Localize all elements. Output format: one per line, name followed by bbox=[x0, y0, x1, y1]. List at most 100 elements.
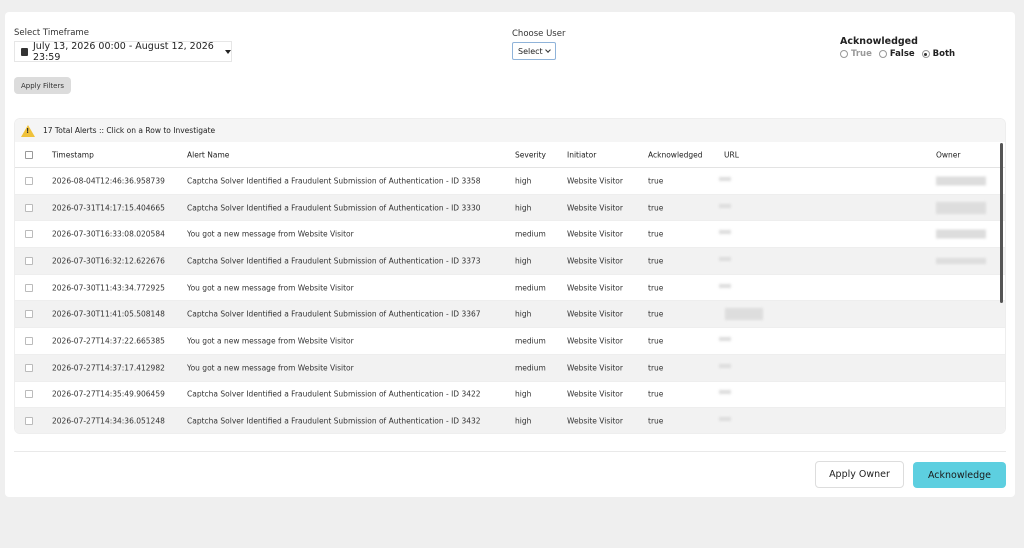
timeframe-picker[interactable]: July 13, 2026 00:00 - August 12, 2026 23… bbox=[14, 40, 232, 63]
table-row[interactable]: 2026-08-04T12:46:36.958739 Captcha Solve… bbox=[15, 168, 1005, 195]
cell-alert-name: Captcha Solver Identified a Fraudulent S… bbox=[187, 389, 481, 399]
header-alert-name[interactable]: Alert Name bbox=[187, 150, 229, 159]
alert-summary: 17 Total Alerts :: Click on a Row to Inv… bbox=[43, 126, 216, 135]
cell-initiator: Website Visitor bbox=[567, 229, 623, 239]
header-acknowledged[interactable]: Acknowledged bbox=[648, 150, 703, 159]
acknowledged-label: Acknowledged bbox=[840, 36, 918, 47]
cell-initiator: Website Visitor bbox=[567, 389, 623, 399]
row-checkbox[interactable] bbox=[25, 363, 33, 372]
table-header: Timestamp Alert Name Severity Initiator … bbox=[15, 142, 1005, 168]
cell-acknowledged: true bbox=[648, 283, 664, 293]
cell-alert-name: Captcha Solver Identified a Fraudulent S… bbox=[187, 203, 481, 213]
cell-timestamp: 2026-07-30T11:43:34.772925 bbox=[52, 283, 165, 293]
radio-false-label: False bbox=[889, 49, 915, 59]
alerts-table: ! 17 Total Alerts :: Click on a Row to I… bbox=[14, 118, 1006, 434]
cell-alert-name: Captcha Solver Identified a Fraudulent S… bbox=[187, 416, 481, 426]
table-row[interactable]: 2026-07-30T11:43:34.772925 You got a new… bbox=[15, 275, 1005, 302]
caret-down-icon bbox=[225, 49, 231, 54]
radio-true-label: True bbox=[851, 49, 872, 59]
cell-severity: medium bbox=[515, 229, 546, 239]
cell-timestamp: 2026-07-30T11:41:05.508148 bbox=[52, 309, 165, 319]
redacted-owner bbox=[936, 229, 986, 239]
cell-acknowledged: true bbox=[648, 416, 664, 426]
acknowledged-radio-group: True False Both bbox=[840, 49, 959, 59]
cell-timestamp: 2026-07-27T14:37:17.412982 bbox=[52, 363, 165, 373]
table-row[interactable]: 2026-07-31T14:17:15.404665 Captcha Solve… bbox=[15, 194, 1005, 222]
cell-timestamp: 2026-08-04T12:46:36.958739 bbox=[52, 176, 165, 186]
redacted-url bbox=[719, 417, 731, 422]
redacted-owner bbox=[936, 176, 986, 186]
apply-owner-button[interactable]: Apply Owner bbox=[815, 461, 904, 488]
cell-initiator: Website Visitor bbox=[567, 363, 623, 373]
cell-acknowledged: true bbox=[648, 336, 664, 346]
chevron-down-icon bbox=[545, 47, 551, 53]
acknowledge-button[interactable]: Acknowledge bbox=[913, 462, 1006, 488]
cell-initiator: Website Visitor bbox=[567, 256, 623, 266]
row-checkbox[interactable] bbox=[25, 417, 33, 426]
table-scrollbar[interactable] bbox=[1000, 143, 1003, 303]
timeframe-label: Select Timeframe bbox=[14, 28, 89, 38]
row-checkbox[interactable] bbox=[25, 203, 33, 212]
cell-severity: high bbox=[515, 256, 532, 266]
user-select[interactable]: Select bbox=[512, 42, 556, 60]
cell-timestamp: 2026-07-27T14:35:49.906459 bbox=[52, 389, 165, 399]
row-checkbox[interactable] bbox=[25, 230, 33, 239]
row-checkbox[interactable] bbox=[25, 176, 33, 185]
radio-both[interactable] bbox=[921, 50, 930, 58]
alert-summary-bar: ! 17 Total Alerts :: Click on a Row to I… bbox=[15, 119, 1005, 142]
cell-severity: high bbox=[515, 176, 532, 186]
cell-acknowledged: true bbox=[648, 203, 664, 213]
redacted-url bbox=[719, 176, 731, 181]
cell-initiator: Website Visitor bbox=[567, 416, 623, 426]
cell-severity: medium bbox=[515, 363, 546, 373]
header-severity[interactable]: Severity bbox=[515, 150, 546, 159]
cell-acknowledged: true bbox=[648, 176, 664, 186]
user-select-value: Select bbox=[518, 46, 543, 56]
redacted-url bbox=[719, 336, 731, 341]
redacted-url bbox=[719, 256, 731, 261]
cell-alert-name: Captcha Solver Identified a Fraudulent S… bbox=[187, 256, 481, 266]
radio-true[interactable] bbox=[840, 50, 848, 58]
redacted-url bbox=[719, 390, 731, 395]
table-row[interactable]: 2026-07-27T14:37:17.412982 You got a new… bbox=[15, 354, 1005, 382]
redacted-url bbox=[719, 203, 731, 208]
cell-severity: high bbox=[515, 389, 532, 399]
row-checkbox[interactable] bbox=[25, 336, 33, 345]
row-checkbox[interactable] bbox=[25, 310, 33, 319]
header-initiator[interactable]: Initiator bbox=[567, 150, 596, 159]
table-row[interactable]: 2026-07-27T14:34:36.051248 Captcha Solve… bbox=[15, 408, 1005, 433]
header-owner[interactable]: Owner bbox=[936, 150, 961, 159]
cell-timestamp: 2026-07-27T14:34:36.051248 bbox=[52, 416, 165, 426]
warning-icon: ! bbox=[21, 124, 35, 137]
cell-acknowledged: true bbox=[648, 229, 664, 239]
cell-timestamp: 2026-07-30T16:33:08.020584 bbox=[52, 229, 165, 239]
calendar-icon bbox=[21, 47, 28, 56]
row-checkbox[interactable] bbox=[25, 390, 33, 399]
table-row[interactable]: 2026-07-30T16:33:08.020584 You got a new… bbox=[15, 221, 1005, 249]
cell-alert-name: You got a new message from Website Visit… bbox=[187, 336, 354, 346]
redacted-owner bbox=[936, 201, 986, 214]
cell-alert-name: You got a new message from Website Visit… bbox=[187, 283, 354, 293]
cell-initiator: Website Visitor bbox=[567, 309, 623, 319]
timeframe-value: July 13, 2026 00:00 - August 12, 2026 23… bbox=[33, 40, 214, 63]
cell-acknowledged: true bbox=[648, 389, 664, 399]
table-row[interactable]: 2026-07-27T14:35:49.906459 Captcha Solve… bbox=[15, 382, 1005, 409]
cell-initiator: Website Visitor bbox=[567, 336, 623, 346]
cell-alert-name: Captcha Solver Identified a Fraudulent S… bbox=[187, 309, 481, 319]
table-row[interactable]: 2026-07-30T16:32:12.622676 Captcha Solve… bbox=[15, 248, 1005, 275]
header-url[interactable]: URL bbox=[724, 150, 739, 159]
radio-false[interactable] bbox=[878, 50, 887, 58]
row-checkbox[interactable] bbox=[25, 256, 33, 265]
table-row[interactable]: 2026-07-30T11:41:05.508148 Captcha Solve… bbox=[15, 301, 1005, 329]
cell-timestamp: 2026-07-30T16:32:12.622676 bbox=[52, 256, 165, 266]
cell-alert-name: You got a new message from Website Visit… bbox=[187, 229, 354, 239]
apply-filters-button[interactable]: Apply Filters bbox=[14, 77, 71, 94]
row-checkbox[interactable] bbox=[25, 283, 33, 292]
cell-timestamp: 2026-07-27T14:37:22.665385 bbox=[52, 336, 165, 346]
select-all-checkbox[interactable] bbox=[25, 150, 33, 159]
cell-alert-name: Captcha Solver Identified a Fraudulent S… bbox=[187, 176, 481, 186]
footer-divider bbox=[14, 451, 1006, 452]
user-label: Choose User bbox=[512, 29, 566, 39]
header-timestamp[interactable]: Timestamp bbox=[52, 150, 94, 159]
table-row[interactable]: 2026-07-27T14:37:22.665385 You got a new… bbox=[15, 328, 1005, 355]
